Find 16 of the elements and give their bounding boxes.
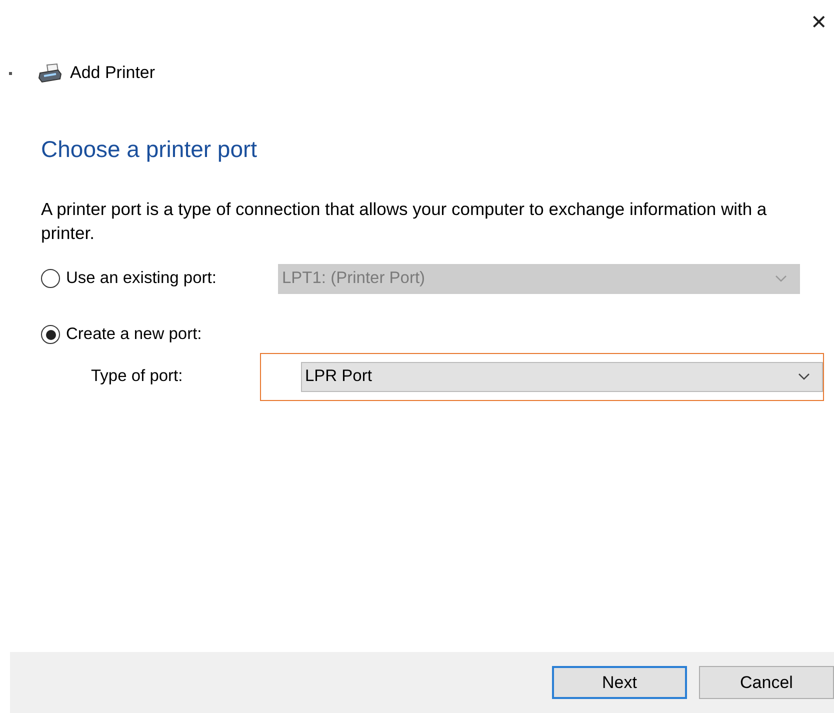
wizard-button[interactable]: Cancel <box>699 666 834 699</box>
description-text: A printer port is a type of connection that allows your computer to exchange information with a printer. <box>41 198 768 244</box>
chevron-icon <box>775 274 787 282</box>
window-title: Add Printer <box>70 62 156 84</box>
wizard-button[interactable]: Next <box>552 666 687 699</box>
port-dropdown[interactable]: LPR Port <box>301 362 823 392</box>
close-button[interactable]: ✕ <box>804 8 834 38</box>
port-dropdown: LPT1: (Printer Port) <box>278 264 800 294</box>
printer-icon <box>38 63 62 83</box>
radio-label: Use an existing port: <box>66 268 218 290</box>
field-label: Type of port: <box>91 366 184 388</box>
radio-label: Create a new port: <box>66 324 203 346</box>
page-heading: Choose a printer port <box>41 135 258 164</box>
radio-button[interactable] <box>41 269 60 288</box>
chevron-icon <box>798 372 810 380</box>
radio-button[interactable] <box>41 325 60 344</box>
